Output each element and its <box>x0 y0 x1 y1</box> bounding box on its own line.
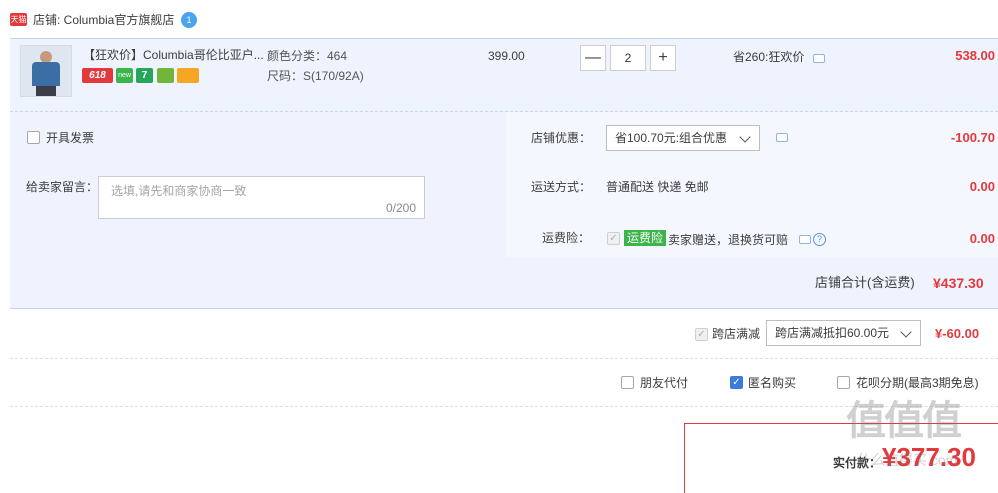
store-discount-select[interactable]: 省100.70元:组合优惠 <box>606 125 760 151</box>
cross-store-amount: ¥-60.00 <box>935 326 980 341</box>
chevron-down-icon <box>900 326 912 338</box>
wangwang-chat-icon[interactable]: 1 <box>181 12 197 28</box>
shipping-amount: 0.00 <box>969 179 995 194</box>
badge-gift-icon <box>157 68 174 83</box>
sku-size: 尺码：S(170/92A) <box>267 69 364 83</box>
chevron-down-icon <box>739 131 751 143</box>
friend-pay-label: 朋友代付 <box>640 376 689 390</box>
message-char-count: 0/200 <box>385 201 416 215</box>
store-discount-label: 店铺优惠： <box>531 131 592 145</box>
badge-618-icon: 618 <box>82 68 113 83</box>
store-total-row: 店铺合计(含运费) ¥437.30 <box>10 258 998 308</box>
help-icon[interactable]: ? <box>813 233 826 246</box>
insurance-tag: 运费险 <box>624 230 667 246</box>
insurance-label: 运费险： <box>542 231 591 245</box>
store-total-value: ¥437.30 <box>933 275 984 291</box>
store-discount-amount: -100.70 <box>950 130 995 145</box>
cross-store-select[interactable]: 跨店满减抵扣60.00元 <box>766 320 921 346</box>
product-title-link[interactable]: 【狂欢价】Columbia哥伦比亚户... <box>83 47 263 63</box>
friend-pay-checkbox[interactable] <box>621 376 634 389</box>
message-label: 给卖家留言： <box>26 180 99 194</box>
message-placeholder: 选填,请先和商家协商一致 <box>111 184 247 198</box>
huabei-installment-label: 花呗分期(最高3期免息) <box>856 376 979 390</box>
shipping-label: 运送方式： <box>531 180 592 194</box>
quantity-input[interactable]: 2 <box>610 45 646 71</box>
store-header: 天猫 店铺: Columbia官方旗舰店 1 <box>0 0 998 38</box>
watermark-logo: 值值值 <box>846 399 962 443</box>
quantity-increase-button[interactable]: + <box>650 45 676 71</box>
item-subtotal: 538.00 <box>955 48 995 63</box>
discount-comment-icon[interactable] <box>776 133 788 142</box>
cross-store-value: 跨店满减抵扣60.00元 <box>775 326 890 340</box>
huabei-installment-checkbox[interactable] <box>837 376 850 389</box>
badge-7day-return-icon: 7 <box>136 68 153 83</box>
promotion-comment-icon[interactable] <box>813 54 825 63</box>
badge-new-icon: new <box>116 68 133 83</box>
store-discount-value: 省100.70元:组合优惠 <box>615 131 728 145</box>
badge-card-icon <box>177 68 199 83</box>
tmall-icon: 天猫 <box>10 13 27 26</box>
cross-store-label: 跨店满减 <box>712 327 761 341</box>
anonymous-purchase-label: 匿名购买 <box>748 376 797 390</box>
quantity-decrease-button[interactable]: — <box>580 45 606 71</box>
order-options-panel: 开具发票 给卖家留言： 选填,请先和商家协商一致 0/200 店铺优惠： 省10… <box>10 112 998 309</box>
cross-store-discount-row: ✓ 跨店满减 跨店满减抵扣60.00元 ¥-60.00 <box>10 310 998 359</box>
invoice-checkbox[interactable] <box>27 131 40 144</box>
shipping-method: 普通配送 快递 免邮 <box>606 180 709 194</box>
insurance-checkbox: ✓ <box>607 232 620 245</box>
cart-item-row: 【狂欢价】Columbia哥伦比亚户... 618 new 7 颜色分类：464… <box>10 38 998 112</box>
store-total-label: 店铺合计(含运费) <box>815 275 915 290</box>
sku-color: 颜色分类：464 <box>267 49 348 63</box>
unit-price: 399.00 <box>488 49 525 63</box>
insurance-amount: 0.00 <box>969 231 995 246</box>
insurance-comment-icon[interactable] <box>799 235 811 244</box>
cross-store-checkbox: ✓ <box>695 328 708 341</box>
invoice-label: 开具发票 <box>46 131 95 145</box>
store-name-link[interactable]: 店铺: Columbia官方旗舰店 <box>33 12 174 28</box>
seller-message-textarea[interactable]: 选填,请先和商家协商一致 0/200 <box>98 176 425 219</box>
product-thumbnail[interactable] <box>20 45 72 97</box>
insurance-description: 卖家赠送，退换货可赔 <box>668 233 789 247</box>
anonymous-purchase-checkbox[interactable]: ✓ <box>730 376 743 389</box>
promotion-text: 省260:狂欢价 <box>733 50 805 64</box>
watermark-url: 什么值得买.com <box>857 452 958 468</box>
